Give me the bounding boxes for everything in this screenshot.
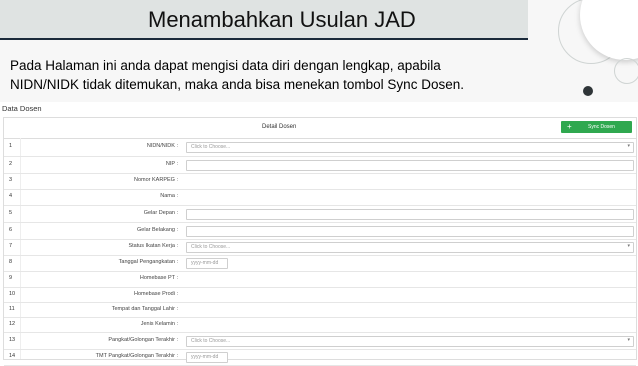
slide-title: Menambahkan Usulan JAD — [148, 7, 416, 32]
select-field[interactable]: Click to Choose... ▾ — [186, 336, 634, 347]
decorative-ring — [614, 58, 638, 84]
field-label: Pangkat/Golongan Terakhir : — [108, 337, 178, 343]
date-field[interactable]: yyyy-mm-dd — [186, 258, 228, 269]
title-underline — [0, 38, 528, 40]
table-row: 7 Status Ikatan Kerja : Click to Choose...… — [4, 239, 636, 256]
select-field[interactable]: Click to Choose... ▾ — [186, 242, 634, 253]
table-row: 6 Gelar Belakang : — [4, 222, 636, 240]
text-field[interactable] — [186, 226, 634, 237]
row-number: 7 — [9, 243, 13, 249]
field-label: Homebase Prodi : — [133, 291, 178, 297]
field-label: TMT Pangkat/Golongan Terakhir : — [95, 353, 178, 359]
sync-dosen-button[interactable]: + Sync Dosen — [561, 121, 632, 133]
slide-header: Menambahkan Usulan JAD Pada Halaman ini … — [0, 0, 638, 104]
row-number: 8 — [9, 259, 13, 265]
date-field[interactable]: yyyy-mm-dd — [186, 352, 228, 363]
table-row: 8 Tanggal Pengangkatan : yyyy-mm-dd — [4, 255, 636, 272]
select-field[interactable]: Click to Choose... ▾ — [186, 142, 634, 153]
chevron-down-icon: ▾ — [627, 143, 630, 149]
decorative-circles — [520, 0, 638, 104]
table-row: 11 Tempat dan Tanggal Lahir : — [4, 302, 636, 318]
field-placeholder: yyyy-mm-dd — [191, 260, 219, 266]
field-label: Tempat dan Tanggal Lahir : — [111, 306, 178, 312]
panel-title: Data Dosen — [2, 104, 42, 113]
row-number: 9 — [9, 275, 13, 281]
table-row: 3 Nomor KARPEG : — [4, 173, 636, 190]
field-label: Gelar Depan : — [143, 210, 178, 216]
text-field[interactable] — [186, 209, 634, 220]
field-label: Nama : — [160, 193, 178, 199]
table-row: 2 NIP : — [4, 156, 636, 174]
field-placeholder: Click to Choose... — [191, 338, 231, 344]
field-label: Nomor KARPEG : — [133, 177, 178, 183]
table-row: 5 Gelar Depan : — [4, 205, 636, 223]
field-placeholder: Click to Choose... — [191, 144, 231, 150]
field-label: NIP : — [165, 161, 178, 167]
slide-description: Pada Halaman ini anda dapat mengisi data… — [10, 58, 464, 92]
data-dosen-panel: Data Dosen Detail Dosen + Sync Dosen 1 NI… — [0, 102, 638, 366]
title-bar: Menambahkan Usulan JAD — [0, 0, 528, 38]
field-placeholder: yyyy-mm-dd — [191, 354, 219, 360]
table-row: 13 Pangkat/Golongan Terakhir : Click to Ch… — [4, 332, 636, 350]
table-row: 10 Homebase Prodi : — [4, 287, 636, 303]
field-placeholder: Click to Choose... — [191, 244, 231, 250]
row-number: 11 — [9, 306, 15, 312]
row-number: 13 — [9, 337, 16, 343]
table-header: Detail Dosen + Sync Dosen — [4, 118, 636, 139]
row-number: 1 — [9, 143, 13, 149]
table-row: 14 TMT Pangkat/Golongan Terakhir : yyyy-mm… — [4, 349, 636, 366]
row-number: 6 — [9, 227, 13, 233]
decorative-dot — [583, 86, 593, 96]
table-row: 4 Nama : — [4, 189, 636, 206]
row-number: 4 — [9, 193, 13, 199]
table-row: 1 NIDN/NIDK : Click to Choose... ▾ — [4, 138, 636, 157]
chevron-down-icon: ▾ — [627, 337, 630, 343]
table-row: 9 Homebase PT : — [4, 271, 636, 288]
table-row: 12 Jenis Kelamin : — [4, 317, 636, 333]
field-label: Status Ikatan Kerja : — [128, 243, 178, 249]
field-label: Jenis Kelamin : — [140, 321, 178, 327]
field-label: Homebase PT : — [139, 275, 178, 281]
detail-dosen-table: Detail Dosen + Sync Dosen 1 NIDN/NIDK : Cl… — [3, 117, 637, 366]
field-label: NIDN/NIDK : — [146, 143, 178, 149]
row-number: 5 — [9, 210, 13, 216]
plus-icon: + — [567, 122, 572, 131]
text-field[interactable] — [186, 160, 634, 171]
row-number: 12 — [9, 321, 16, 327]
field-label: Tanggal Pengangkatan : — [118, 259, 178, 265]
row-number: 3 — [9, 177, 13, 183]
field-label: Gelar Belakang : — [137, 227, 178, 233]
row-number: 14 — [9, 353, 16, 359]
row-number: 10 — [9, 291, 16, 297]
chevron-down-icon: ▾ — [627, 243, 630, 249]
table-header-label: Detail Dosen — [262, 124, 297, 130]
row-number: 2 — [9, 161, 13, 167]
sync-dosen-label: Sync Dosen — [588, 124, 615, 130]
